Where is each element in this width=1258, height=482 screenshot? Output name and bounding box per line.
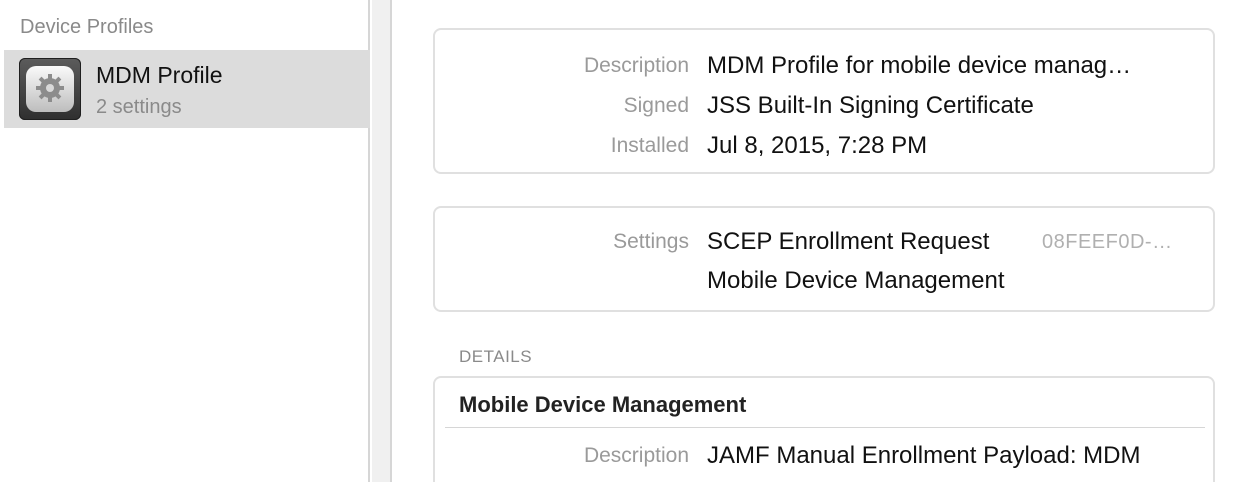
settings-card: Settings SCEP Enrollment Request 08FEEF0…	[433, 206, 1215, 312]
details-description-row: Description JAMF Manual Enrollment Paylo…	[435, 442, 1213, 474]
setting-scep-id: 08FEEF0D-…	[1042, 231, 1173, 253]
installed-value: Jul 8, 2015, 7:28 PM	[707, 132, 928, 159]
installed-row: Installed Jul 8, 2015, 7:28 PM	[435, 132, 1213, 164]
sidebar-item-mdm-profile[interactable]: MDM Profile 2 settings	[4, 50, 370, 128]
sidebar-item-subtitle: 2 settings	[96, 96, 182, 118]
details-divider	[445, 427, 1205, 428]
details-heading: DETAILS	[459, 347, 533, 366]
split-divider[interactable]	[372, 0, 392, 482]
description-row: Description MDM Profile for mobile devic…	[435, 52, 1213, 84]
settings-label: Settings	[613, 230, 689, 253]
settings-row-scep: Settings SCEP Enrollment Request 08FEEF0…	[435, 228, 1213, 260]
description-label: Description	[583, 54, 689, 77]
setting-scep-name: SCEP Enrollment Request	[707, 228, 990, 255]
signed-label: Signed	[623, 94, 689, 117]
signed-row: Signed JSS Built-In Signing Certificate	[435, 92, 1213, 124]
details-card-mdm: Mobile Device Management Description JAM…	[433, 376, 1215, 482]
details-description-label: Description	[583, 444, 689, 467]
setting-mdm-name: Mobile Device Management	[707, 267, 1005, 294]
description-value: MDM Profile for mobile device manag…	[707, 52, 1132, 79]
gear-icon	[36, 74, 64, 102]
sidebar: Device Profiles MDM Profile 2 settings	[0, 0, 370, 482]
gear-cloud-icon	[19, 58, 81, 120]
signed-value: JSS Built-In Signing Certificate	[707, 92, 1034, 119]
sidebar-header: Device Profiles	[20, 16, 154, 38]
sidebar-item-title: MDM Profile	[96, 62, 223, 88]
installed-label: Installed	[610, 134, 689, 157]
overview-card: Description MDM Profile for mobile devic…	[433, 28, 1215, 174]
settings-row-mdm: Mobile Device Management	[435, 267, 1213, 299]
profile-detail-pane: Description MDM Profile for mobile devic…	[394, 0, 1258, 482]
details-section-title: Mobile Device Management	[459, 392, 747, 417]
details-description-value: JAMF Manual Enrollment Payload: MDM	[707, 442, 1141, 469]
profiles-window: Device Profiles MDM Profile 2 settings D…	[0, 0, 1258, 482]
